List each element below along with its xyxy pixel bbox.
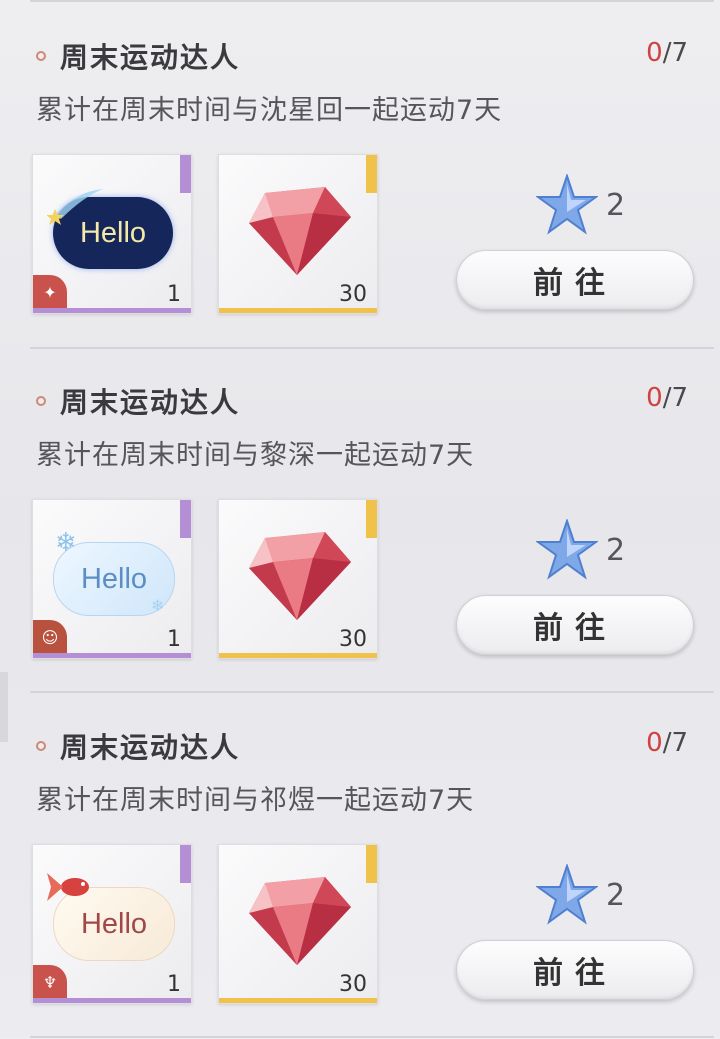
snowflake-icon: ❄ [55, 528, 77, 558]
rarity-bar [33, 653, 191, 658]
rarity-bar [219, 998, 377, 1003]
go-button[interactable]: 前往 [456, 940, 694, 1000]
task-card: 周末运动达人 0/7 累计在周末时间与祁煜一起运动7天 Hello ♆ 1 30… [0, 694, 720, 1039]
task-title: 周末运动达人 [60, 41, 241, 74]
task-reward: 2 [536, 864, 625, 926]
tail-fin-icon: ♆ [33, 965, 67, 999]
red-diamond-icon [249, 877, 351, 965]
task-list: 周末运动达人 0/7 累计在周末时间与沈星回一起运动7天 Hello ✦ 1 3… [0, 0, 720, 1038]
red-diamond-icon [249, 532, 351, 620]
task-card: 周末运动达人 0/7 累计在周末时间与沈星回一起运动7天 Hello ✦ 1 3… [0, 4, 720, 349]
item-count: 30 [339, 627, 367, 652]
progress-total: 7 [671, 383, 688, 413]
reward-count: 2 [606, 187, 626, 223]
reward-item-gem[interactable]: 30 [218, 844, 378, 1004]
go-button[interactable]: 前往 [456, 595, 694, 655]
item-count: 30 [339, 282, 367, 307]
task-reward: 2 [536, 174, 625, 236]
task-title-row: 周末运动达人 [36, 38, 240, 74]
progress-current: 0 [646, 728, 663, 758]
task-description: 累计在周末时间与沈星回一起运动7天 [36, 95, 503, 126]
blue-star-icon [536, 519, 598, 580]
character-face-icon: ☺ [33, 620, 67, 654]
blue-star-icon [536, 174, 598, 235]
evol-tag [366, 500, 377, 538]
bullet-icon [36, 741, 46, 751]
goldfish-icon [47, 873, 89, 901]
reward-count: 2 [606, 532, 626, 568]
divider [30, 691, 714, 693]
bullet-icon [36, 396, 46, 406]
reward-item-gem[interactable]: 30 [218, 499, 378, 659]
evol-tag [366, 155, 377, 193]
item-count: 1 [167, 972, 181, 997]
reward-item-hello-bubble[interactable]: Hello ❄ ❄ ☺ 1 [32, 499, 192, 659]
compass-star-icon: ✦ [33, 275, 67, 309]
task-description: 累计在周末时间与黎深一起运动7天 [36, 440, 475, 471]
rarity-bar [33, 308, 191, 313]
rarity-bar [33, 998, 191, 1003]
item-count: 30 [339, 972, 367, 997]
reward-item-gem[interactable]: 30 [218, 154, 378, 314]
evol-tag [366, 845, 377, 883]
blue-star-icon [536, 864, 598, 925]
rarity-bar [219, 653, 377, 658]
go-button[interactable]: 前往 [456, 250, 694, 310]
reward-item-hello-bubble[interactable]: Hello ✦ 1 [32, 154, 192, 314]
small-snowflake-icon: ❄ [151, 596, 165, 615]
task-progress: 0/7 [646, 728, 688, 758]
task-card: 周末运动达人 0/7 累计在周末时间与黎深一起运动7天 Hello ❄ ❄ ☺ … [0, 349, 720, 694]
task-title-row: 周末运动达人 [36, 728, 240, 764]
task-description: 累计在周末时间与祁煜一起运动7天 [36, 785, 475, 816]
evol-tag [180, 845, 191, 883]
task-reward: 2 [536, 519, 625, 581]
item-count: 1 [167, 627, 181, 652]
task-title-row: 周末运动达人 [36, 383, 240, 419]
reward-item-hello-bubble[interactable]: Hello ♆ 1 [32, 844, 192, 1004]
reward-count: 2 [606, 877, 626, 913]
divider [30, 0, 714, 2]
bullet-icon [36, 51, 46, 61]
red-diamond-icon [249, 187, 351, 275]
task-title: 周末运动达人 [60, 731, 241, 764]
progress-total: 7 [671, 38, 688, 68]
task-title: 周末运动达人 [60, 386, 241, 419]
rarity-bar [219, 308, 377, 313]
progress-current: 0 [646, 383, 663, 413]
task-progress: 0/7 [646, 38, 688, 68]
evol-tag [180, 500, 191, 538]
shooting-star-icon [47, 189, 103, 225]
task-progress: 0/7 [646, 383, 688, 413]
evol-tag [180, 155, 191, 193]
item-count: 1 [167, 282, 181, 307]
progress-current: 0 [646, 38, 663, 68]
progress-total: 7 [671, 728, 688, 758]
